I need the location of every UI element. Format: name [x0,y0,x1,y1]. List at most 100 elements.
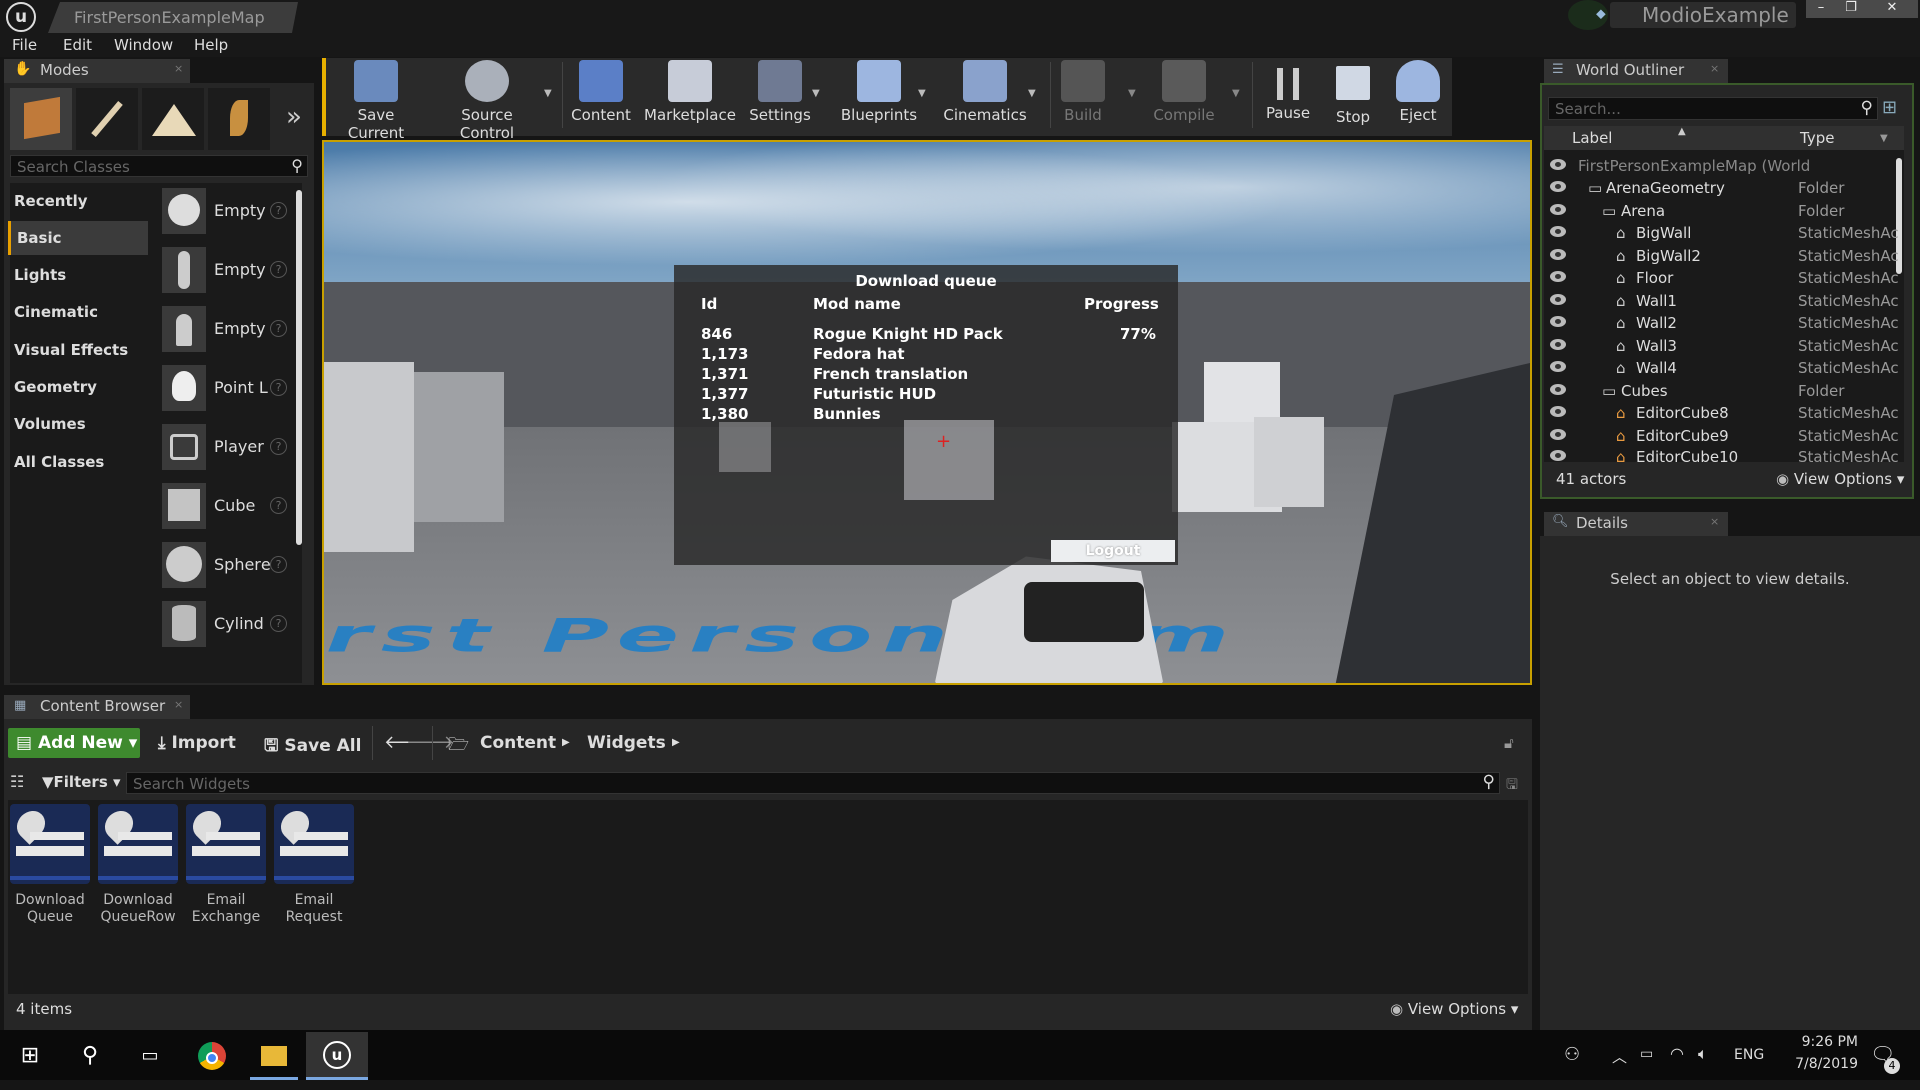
menu-edit[interactable]: Edit [63,36,92,54]
source-control-button[interactable]: Source Control [432,60,542,142]
build-dropdown-icon[interactable]: ▼ [1128,88,1136,99]
sources-panel-toggle-icon[interactable]: ☷ [10,772,24,791]
wifi-icon[interactable]: ◠ [1670,1044,1684,1063]
outliner-row-folder[interactable]: ▭ ArenaGeometry Folder [1548,177,1902,200]
menu-window[interactable]: Window [114,36,173,54]
search-icon[interactable]: ⚲ [66,1032,114,1080]
lock-icon[interactable]: 🔓︎ [1504,734,1514,752]
logout-button[interactable]: Logout [1051,540,1175,562]
menu-help[interactable]: Help [194,36,228,54]
volume-icon[interactable]: 🔈︎ [1698,1044,1708,1064]
cinematics-dropdown-icon[interactable]: ▼ [1028,88,1036,99]
compile-button[interactable]: Compile [1148,60,1220,130]
category-all-classes[interactable]: All Classes [8,445,148,479]
people-icon[interactable]: ⚇ [1564,1044,1580,1065]
category-recently-placed[interactable]: Recently Placed [8,184,148,244]
eject-button[interactable]: Eject [1390,60,1446,130]
save-current-button[interactable]: Save Current [328,60,424,142]
breadcrumb-content[interactable]: Content [480,733,556,753]
category-volumes[interactable]: Volumes [8,407,148,441]
task-view-icon[interactable]: ▭ [126,1032,174,1080]
foliage-mode-icon[interactable] [208,88,270,150]
outliner-row-actor[interactable]: ⌂ EditorCube10 StaticMeshAc [1548,446,1902,462]
world-outliner-tab[interactable]: ☰ World Outliner × [1544,59,1728,83]
outliner-row-actor[interactable]: ⌂ Wall1 StaticMeshAc [1548,290,1902,313]
class-list-scrollbar[interactable] [296,190,302,545]
filters-button[interactable]: ▼Filters ▾ [42,773,121,791]
breadcrumb-widgets[interactable]: Widgets [587,733,666,753]
maximize-button[interactable]: ❐ [1836,0,1866,18]
add-new-button[interactable]: ▤ Add New ▾ [8,728,140,758]
add-actor-icon[interactable]: ⊞ [1882,97,1904,119]
cinematics-button[interactable]: Cinematics [940,60,1030,130]
category-lights[interactable]: Lights [8,258,148,292]
search-widgets-input[interactable]: Search Widgets ⚲ [126,772,1500,794]
start-windows-icon[interactable]: ⊞ [6,1032,54,1080]
outliner-view-options[interactable]: ◉ View Options ▾ [1776,470,1904,488]
outliner-row-folder[interactable]: ▭ Cubes Folder [1548,380,1902,403]
outliner-row-actor[interactable]: ⌂ Wall4 StaticMeshAc [1548,357,1902,380]
content-view-options[interactable]: ◉ View Options ▾ [1390,1000,1518,1018]
asset-download-queue[interactable]: Download Queue [10,804,90,926]
input-language[interactable]: ENG [1734,1047,1764,1063]
settings-dropdown-icon[interactable]: ▼ [812,88,820,99]
blueprints-button[interactable]: Blueprints [836,60,922,130]
close-tab-icon[interactable]: × [1710,515,1719,528]
outliner-row-actor[interactable]: ⌂ Wall2 StaticMeshAc [1548,312,1902,335]
outliner-row-folder[interactable]: ▭ Arena Folder [1548,200,1902,223]
unreal-editor-taskbar-icon[interactable]: u [306,1032,368,1080]
document-tab[interactable]: FirstPersonExampleMap [48,2,298,33]
class-item-empty-actor[interactable]: Empty? [160,186,290,242]
battery-icon[interactable]: ▭ [1640,1046,1653,1062]
breadcrumb-separator-icon[interactable]: ▶ [672,737,680,748]
place-mode-icon[interactable] [10,88,72,150]
category-visual-effects[interactable]: Visual Effects [8,333,148,367]
class-item-player-start[interactable]: Player? [160,422,290,478]
file-explorer-icon[interactable] [250,1032,298,1080]
clock-date[interactable]: 7/8/2019 [1786,1056,1858,1072]
type-column-header[interactable]: Type [1800,129,1834,147]
compile-dropdown-icon[interactable]: ▼ [1232,88,1240,99]
build-button[interactable]: Build [1054,60,1112,130]
minimize-button[interactable]: – [1806,0,1836,18]
outliner-row-actor[interactable]: ⌂ BigWall2 StaticMeshAc [1548,245,1902,268]
outliner-row-actor[interactable]: ⌂ BigWall StaticMeshAc [1548,222,1902,245]
class-item-cube[interactable]: Cube? [160,481,290,537]
clock-time[interactable]: 9:26 PM [1786,1034,1858,1050]
menu-file[interactable]: File [12,36,37,54]
class-item-sphere[interactable]: Spherе? [160,540,290,596]
column-options-icon[interactable]: ▼ [1880,133,1888,144]
chrome-icon[interactable] [188,1032,236,1080]
content-button[interactable]: Content [566,60,636,130]
stop-button[interactable]: Stop [1326,60,1380,130]
asset-email-exchange[interactable]: Email Exchange [186,804,266,926]
pause-button[interactable]: Pause [1258,60,1318,130]
landscape-mode-icon[interactable] [142,88,204,150]
close-tab-icon[interactable]: × [1710,62,1719,75]
details-tab[interactable]: 🔍︎ Details × [1544,512,1728,536]
close-button[interactable]: ✕ [1866,0,1918,18]
content-browser-tab[interactable]: ▦ Content Browser × [4,695,190,719]
marketplace-button[interactable]: Marketplace [640,60,740,130]
category-basic[interactable]: Basic [8,221,148,255]
class-item-point-light[interactable]: Point L? [160,363,290,419]
more-modes-icon[interactable]: » [286,102,302,132]
outliner-row-actor[interactable]: ⌂ EditorCube9 StaticMeshAc [1548,425,1902,448]
outliner-row-actor[interactable]: ⌂ Wall3 StaticMeshAc [1548,335,1902,358]
search-classes-input[interactable]: Search Classes ⚲ [10,155,308,177]
settings-button[interactable]: Settings [746,60,814,130]
save-search-icon[interactable]: 🖫︎ [1506,774,1518,798]
category-cinematic[interactable]: Cinematic [8,295,148,329]
outliner-row-actor[interactable]: ⌂ EditorCube8 StaticMeshAc [1548,402,1902,425]
label-column-header[interactable]: Label [1572,129,1612,147]
category-geometry[interactable]: Geometry [8,370,148,404]
breadcrumb-separator-icon[interactable]: ▶ [562,737,570,748]
blueprints-dropdown-icon[interactable]: ▼ [918,88,926,99]
close-tab-icon[interactable]: × [174,698,183,711]
save-all-button[interactable]: 🖫︎ Save All [264,733,361,762]
asset-download-queue-row[interactable]: Download QueueRow [98,804,178,926]
paint-mode-icon[interactable] [76,88,138,150]
import-button[interactable]: ⤓ Import [158,733,236,753]
asset-email-request[interactable]: Email Request [274,804,354,926]
close-tab-icon[interactable]: × [174,62,183,75]
